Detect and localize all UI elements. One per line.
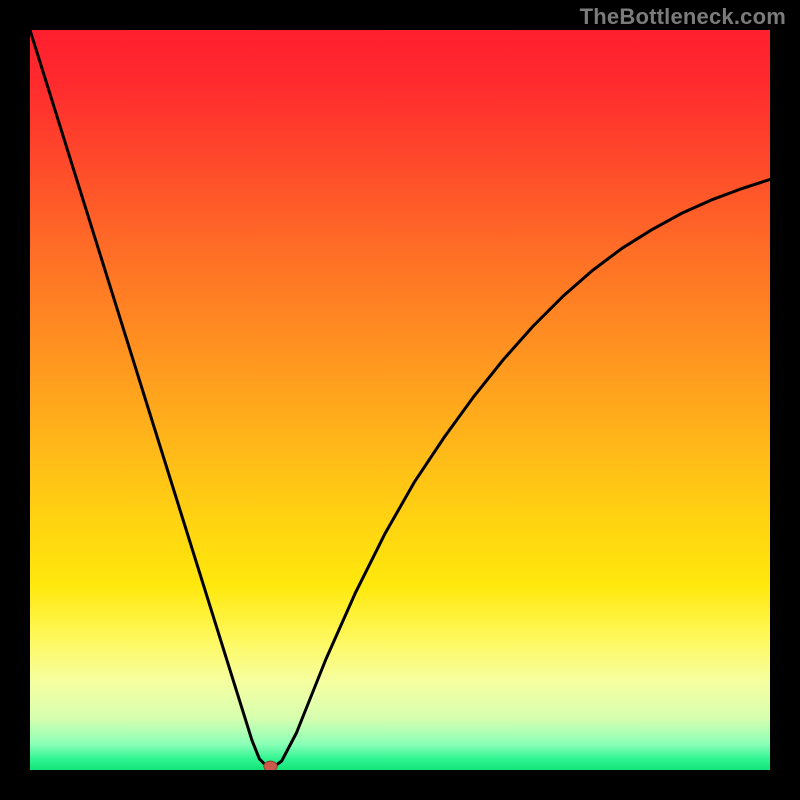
bottleneck-curve-chart	[30, 30, 770, 770]
plot-area	[30, 30, 770, 770]
optimal-point-marker	[264, 761, 277, 770]
gradient-background	[30, 30, 770, 770]
attribution-label: TheBottleneck.com	[580, 4, 786, 30]
chart-container: TheBottleneck.com	[0, 0, 800, 800]
